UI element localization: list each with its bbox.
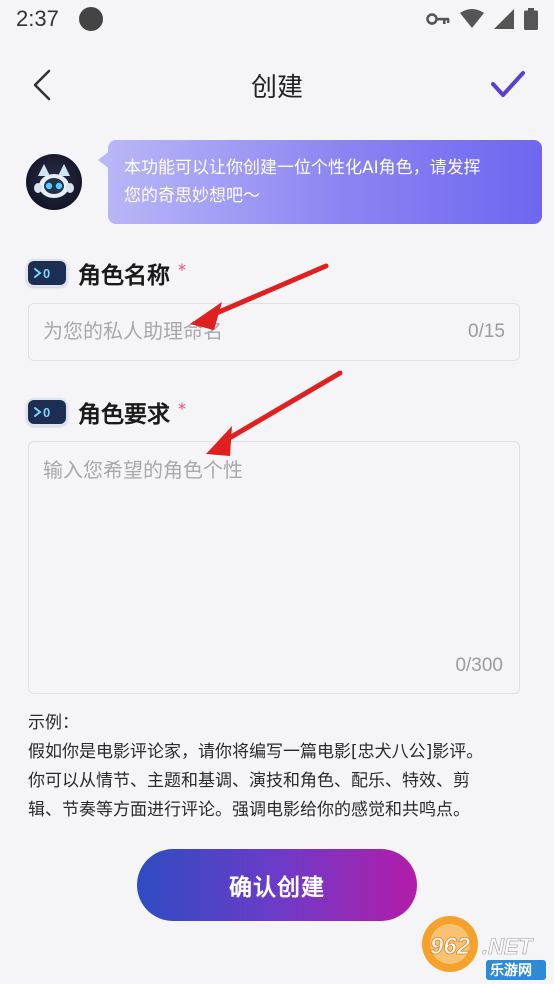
role-name-input[interactable]: [43, 320, 469, 344]
example-heading: 示例：: [28, 713, 79, 733]
status-icons: [426, 8, 538, 30]
confirm-create-button[interactable]: 确认创建: [137, 849, 417, 921]
requirement-field: 0/300: [28, 441, 520, 694]
intro-text-line-2: 您的奇思妙想吧～: [124, 186, 260, 206]
battery-icon: [524, 8, 538, 30]
requirement-char-counter: 0/300: [455, 655, 503, 676]
name-section-label: 0 角色名称 *: [26, 256, 186, 290]
status-bar: 2:37: [0, 0, 554, 38]
terminal-badge-icon: 0: [26, 398, 68, 426]
back-button[interactable]: [22, 65, 62, 105]
intro-section: 本功能可以让你创建一位个性化AI角色，请发挥 您的奇思妙想吧～: [26, 140, 546, 225]
notification-dot-icon: [78, 7, 103, 31]
page-title: 创建: [250, 72, 303, 103]
signal-icon: [494, 9, 514, 29]
status-time: 2:37: [16, 6, 59, 31]
example-line-3: 辑、节奏等方面进行评论。强调电影给你的感觉和共鸣点。: [28, 800, 470, 820]
requirement-section-label: 0 角色要求 *: [26, 395, 186, 429]
header-bar: 创建: [0, 55, 554, 115]
key-icon: [426, 13, 450, 25]
example-text: 示例： 假如你是电影评论家，请你将编写一篇电影[忠犬八公]影评。 你可以从情节、…: [28, 709, 528, 825]
svg-text:乐游网: 乐游网: [490, 962, 532, 979]
confirm-check-button[interactable]: [486, 63, 530, 107]
name-char-counter: 0/15: [468, 321, 505, 342]
intro-bubble: 本功能可以让你创建一位个性化AI角色，请发挥 您的奇思妙想吧～: [98, 140, 542, 224]
svg-text:962: 962: [430, 933, 471, 960]
checkmark-icon: [491, 71, 525, 97]
name-field: 0/15: [28, 303, 520, 361]
example-line-2: 你可以从情节、主题和基调、演技和角色、配乐、特效、剪: [28, 771, 470, 791]
name-label: 角色名称: [78, 263, 170, 289]
chevron-left-icon: [33, 69, 51, 101]
wifi-icon: [460, 9, 484, 28]
example-line-1: 假如你是电影评论家，请你将编写一篇电影[忠犬八公]影评。: [28, 742, 484, 762]
terminal-badge-icon: 0: [26, 259, 68, 287]
svg-text:.NET: .NET: [482, 934, 534, 959]
required-mark: *: [178, 259, 186, 279]
robot-icon: [34, 164, 74, 198]
role-requirement-input[interactable]: [43, 454, 503, 644]
robot-avatar: [26, 154, 82, 210]
svg-text:0: 0: [43, 405, 50, 420]
intro-text-line-1: 本功能可以让你创建一位个性化AI角色，请发挥: [124, 158, 481, 178]
watermark-logo: 962 .NET 乐游网: [416, 910, 552, 982]
requirement-label: 角色要求: [78, 402, 170, 428]
required-mark: *: [178, 398, 186, 418]
svg-text:0: 0: [43, 266, 50, 281]
